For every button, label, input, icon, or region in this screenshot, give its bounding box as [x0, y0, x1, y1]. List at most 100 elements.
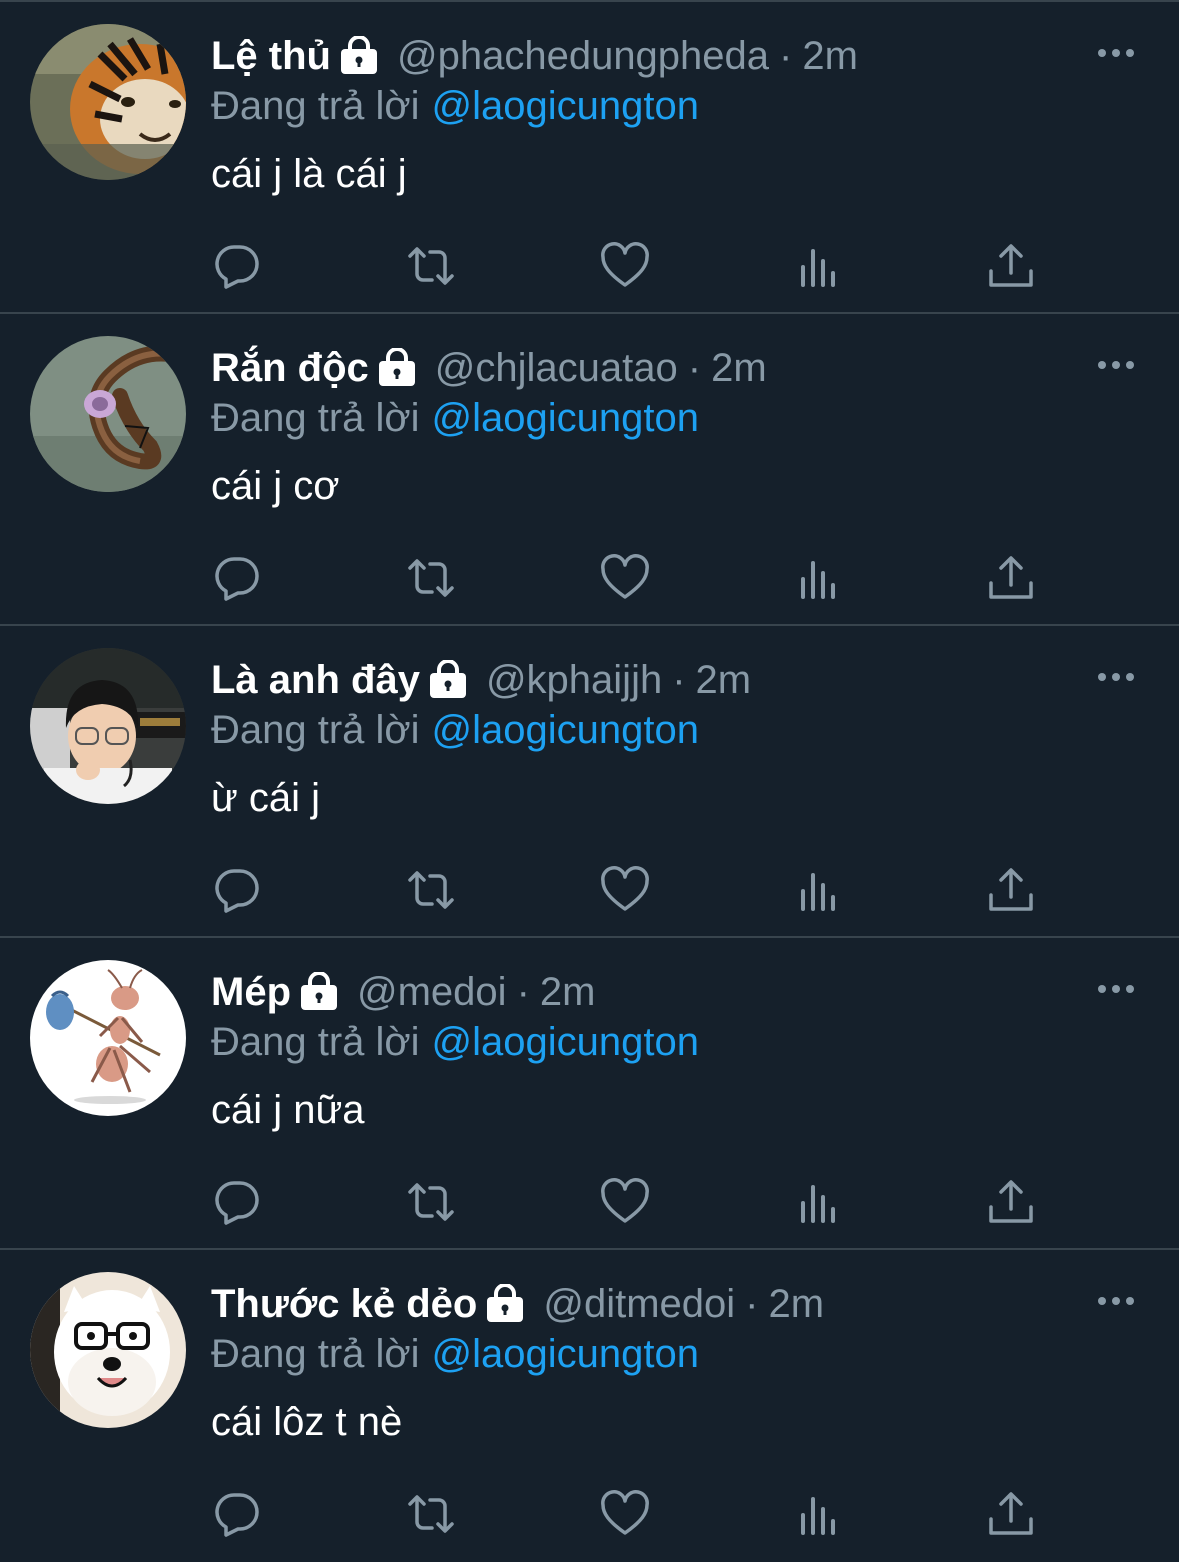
snake-avatar[interactable] [30, 336, 186, 492]
mention-link[interactable]: @laogicungton [432, 396, 699, 440]
tweet-text: cái j nữa [211, 1088, 365, 1132]
reply-icon[interactable] [209, 238, 265, 294]
reply-context: Đang trả lời @laogicungton [211, 80, 699, 132]
reply-prefix: Đang trả lời [211, 84, 420, 128]
user-handle[interactable]: @ditmedoi [543, 1278, 735, 1330]
separator-dot: · [672, 658, 686, 702]
reply-icon[interactable] [209, 1486, 265, 1542]
retweet-icon[interactable] [403, 1174, 459, 1230]
display-name[interactable]: Mép [211, 966, 291, 1018]
lock-icon [377, 348, 417, 388]
snake-avatar-image [30, 336, 186, 492]
tweet-time[interactable]: 2m [711, 342, 767, 394]
analytics-icon[interactable] [791, 238, 847, 294]
lock-icon [428, 660, 468, 700]
reply-icon[interactable] [209, 1174, 265, 1230]
dog-avatar-image [30, 1272, 186, 1428]
separator-dot: · [687, 346, 702, 390]
like-icon[interactable] [597, 1486, 653, 1542]
person-avatar[interactable] [30, 648, 186, 804]
reply-context: Đang trả lời @laogicungton [211, 1016, 699, 1068]
tweet[interactable]: Là anh đây @kphaijjh · 2m Đang trả lời @l… [0, 626, 1179, 938]
share-icon[interactable] [983, 238, 1039, 294]
retweet-icon[interactable] [403, 1486, 459, 1542]
like-icon[interactable] [597, 1174, 653, 1230]
mention-link[interactable]: @laogicungton [432, 708, 699, 752]
reply-prefix: Đang trả lời [211, 1020, 420, 1064]
tweet-text: cái j cơ [211, 464, 340, 508]
more-options-icon[interactable] [1094, 1284, 1138, 1318]
tweet[interactable]: Lệ thủ @phachedungpheda · 2m Đang trả lờ… [0, 2, 1179, 314]
display-name[interactable]: Rắn độc [211, 342, 369, 394]
separator-dot: · [516, 970, 530, 1014]
tweet-actions [0, 1174, 1179, 1230]
tiger-avatar[interactable] [30, 24, 186, 180]
user-handle[interactable]: @kphaijjh [486, 654, 662, 706]
tweet-actions [0, 862, 1179, 918]
more-options-icon[interactable] [1094, 660, 1138, 694]
tweet-time[interactable]: 2m [696, 654, 752, 706]
like-icon[interactable] [597, 550, 653, 606]
retweet-icon[interactable] [403, 238, 459, 294]
analytics-icon[interactable] [791, 862, 847, 918]
lock-icon [299, 972, 339, 1012]
separator-dot: · [745, 1282, 759, 1326]
mention-link[interactable]: @laogicungton [432, 1332, 699, 1376]
reply-context: Đang trả lời @laogicungton [211, 704, 699, 756]
lock-icon [485, 1284, 525, 1324]
dog-avatar[interactable] [30, 1272, 186, 1428]
more-options-icon[interactable] [1094, 972, 1138, 1006]
separator-dot: · [779, 34, 793, 78]
share-icon[interactable] [983, 550, 1039, 606]
tweet-time[interactable]: 2m [768, 1278, 824, 1330]
lock-icon [339, 36, 379, 76]
more-options-icon[interactable] [1094, 36, 1138, 70]
tweet-actions [0, 1486, 1179, 1542]
retweet-icon[interactable] [403, 862, 459, 918]
tweet-time[interactable]: 2m [802, 30, 858, 82]
like-icon[interactable] [597, 862, 653, 918]
tweet-text: cái lôz t nè [211, 1400, 403, 1444]
reply-prefix: Đang trả lời [211, 1332, 420, 1376]
reply-prefix: Đang trả lời [211, 396, 420, 440]
display-name[interactable]: Thước kẻ dẻo [211, 1278, 477, 1330]
more-options-icon[interactable] [1094, 348, 1138, 382]
tweet[interactable]: Thước kẻ dẻo @ditmedoi · 2m Đang trả lời… [0, 1250, 1179, 1562]
analytics-icon[interactable] [791, 1174, 847, 1230]
person-avatar-image [30, 648, 186, 804]
tweet-header: Là anh đây @kphaijjh · 2m [211, 654, 751, 706]
tweet-header: Lệ thủ @phachedungpheda · 2m [211, 30, 858, 82]
tweet-text: cái j là cái j [211, 152, 407, 196]
reply-context: Đang trả lời @laogicungton [211, 1328, 699, 1380]
share-icon[interactable] [983, 1174, 1039, 1230]
tweet-actions [0, 550, 1179, 606]
tweet[interactable]: Rắn độc @chjlacuatao · 2m Đang trả lời @l… [0, 314, 1179, 626]
analytics-icon[interactable] [791, 1486, 847, 1542]
tweet-time[interactable]: 2m [540, 966, 596, 1018]
retweet-icon[interactable] [403, 550, 459, 606]
reply-prefix: Đang trả lời [211, 708, 420, 752]
tweet[interactable]: Mép @medoi · 2m Đang trả lời @laogicungto… [0, 938, 1179, 1250]
user-handle[interactable]: @phachedungpheda [397, 30, 769, 82]
reply-icon[interactable] [209, 550, 265, 606]
share-icon[interactable] [983, 1486, 1039, 1542]
display-name[interactable]: Là anh đây [211, 654, 420, 706]
tweet-header: Rắn độc @chjlacuatao · 2m [211, 342, 767, 394]
share-icon[interactable] [983, 862, 1039, 918]
analytics-icon[interactable] [791, 550, 847, 606]
tweet-text: ừ cái j [211, 776, 321, 820]
tweet-feed: Lệ thủ @phachedungpheda · 2m Đang trả lờ… [0, 0, 1179, 1560]
user-handle[interactable]: @chjlacuatao [435, 342, 678, 394]
mention-link[interactable]: @laogicungton [432, 84, 699, 128]
mention-link[interactable]: @laogicungton [432, 1020, 699, 1064]
ant-avatar-image [30, 960, 186, 1116]
tiger-avatar-image [30, 24, 186, 180]
like-icon[interactable] [597, 238, 653, 294]
tweet-actions [0, 238, 1179, 294]
ant-avatar[interactable] [30, 960, 186, 1116]
tweet-header: Mép @medoi · 2m [211, 966, 595, 1018]
reply-context: Đang trả lời @laogicungton [211, 392, 699, 444]
user-handle[interactable]: @medoi [357, 966, 507, 1018]
display-name[interactable]: Lệ thủ [211, 30, 331, 82]
reply-icon[interactable] [209, 862, 265, 918]
